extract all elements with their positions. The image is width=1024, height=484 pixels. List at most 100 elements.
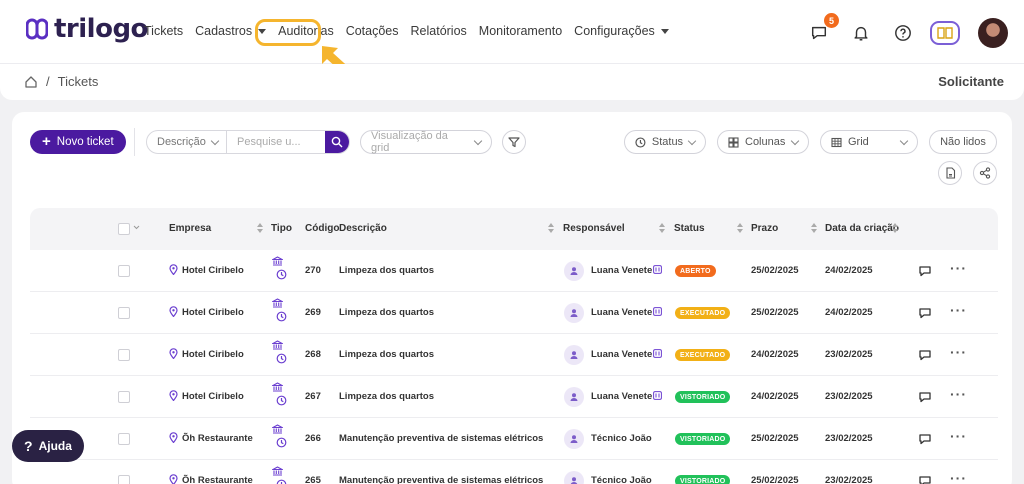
row-checkbox[interactable] xyxy=(118,475,130,484)
filter-button[interactable] xyxy=(502,130,526,154)
more-options-icon[interactable]: ··· xyxy=(950,386,967,402)
nav-cotacoes[interactable]: Cotações xyxy=(346,24,399,38)
row-checkbox[interactable] xyxy=(118,265,130,277)
location-pin-icon xyxy=(169,390,178,404)
sort-icon[interactable] xyxy=(892,222,898,234)
sort-icon[interactable] xyxy=(737,222,743,234)
table-row[interactable]: Hotel Ciribelo 270 Limpeza dos quartos Luan… xyxy=(30,250,998,292)
comments-icon[interactable] xyxy=(918,348,932,365)
building-icon xyxy=(270,424,285,437)
search-placeholder: Pesquise u... xyxy=(237,136,301,148)
table-row[interactable]: Hotel Ciribelo 268 Limpeza dos quartos Luan… xyxy=(30,334,998,376)
grid-select[interactable]: Grid xyxy=(820,130,918,154)
chevron-down-icon xyxy=(473,136,483,145)
status-badge: VISTORIADO xyxy=(675,475,731,484)
grid-view-select[interactable]: Visualização da grid xyxy=(360,130,492,154)
sort-icon[interactable] xyxy=(659,222,665,234)
table-row[interactable]: Hotel Ciribelo 269 Limpeza dos quartos Luan… xyxy=(30,292,998,334)
chevron-down-icon xyxy=(210,136,220,145)
nav-relatorios[interactable]: Relatórios xyxy=(411,24,467,38)
new-ticket-button[interactable]: + Novo ticket xyxy=(30,130,126,154)
unread-filter[interactable]: Não lidos xyxy=(929,130,997,154)
comments-icon[interactable] xyxy=(918,264,932,281)
more-options-icon[interactable]: ··· xyxy=(950,302,967,318)
table-row[interactable]: Õh Restaurante 266 Manutenção preventiva d… xyxy=(30,418,998,460)
cell-prazo: 24/02/2025 xyxy=(751,391,799,402)
new-ticket-label: Novo ticket xyxy=(56,136,114,148)
more-options-icon[interactable]: ··· xyxy=(950,344,967,360)
row-checkbox[interactable] xyxy=(118,391,130,403)
search-button[interactable] xyxy=(325,131,349,153)
help-button[interactable] xyxy=(890,20,916,46)
status-badge: EXECUTADO xyxy=(675,307,731,319)
row-checkbox[interactable] xyxy=(118,433,130,445)
row-checkbox[interactable] xyxy=(118,307,130,319)
grid-select-label: Grid xyxy=(848,136,869,148)
header-empresa[interactable]: Empresa xyxy=(169,223,211,234)
header-responsavel[interactable]: Responsável xyxy=(563,223,625,234)
header-prazo[interactable]: Prazo xyxy=(751,223,778,234)
header-status[interactable]: Status xyxy=(674,223,705,234)
nav-configuracoes[interactable]: Configurações xyxy=(574,24,669,38)
user-icon xyxy=(564,429,584,449)
cell-codigo: 270 xyxy=(305,265,321,276)
columns-filter[interactable]: Colunas xyxy=(717,130,809,154)
logo[interactable]: trilogo xyxy=(26,16,148,42)
comments-icon[interactable] xyxy=(918,474,932,484)
manual-button[interactable] xyxy=(930,21,960,45)
search-field-select[interactable]: Descrição xyxy=(147,131,227,153)
divider xyxy=(134,128,135,156)
cell-codigo: 267 xyxy=(305,391,321,402)
select-all-checkbox[interactable] xyxy=(118,223,130,235)
status-filter[interactable]: Status xyxy=(624,130,706,154)
cell-codigo: 269 xyxy=(305,307,321,318)
header-tipo[interactable]: Tipo xyxy=(271,223,292,234)
building-icon xyxy=(270,340,285,353)
header-data-criacao[interactable]: Data da criação xyxy=(825,223,899,234)
more-options-icon[interactable]: ··· xyxy=(950,470,967,484)
header-descricao[interactable]: Descrição xyxy=(339,223,387,234)
chevron-down-icon xyxy=(790,136,800,145)
comments-icon[interactable] xyxy=(918,390,932,407)
trilogo-logo-icon xyxy=(26,18,48,40)
chevron-down-icon[interactable] xyxy=(133,225,140,230)
cell-data-criacao: 24/02/2025 xyxy=(825,307,873,318)
building-icon xyxy=(270,382,285,395)
clock-icon xyxy=(276,353,287,367)
more-options-icon[interactable]: ··· xyxy=(950,260,967,276)
sort-icon[interactable] xyxy=(548,222,554,234)
table-row[interactable]: Hotel Ciribelo 267 Limpeza dos quartos Luan… xyxy=(30,376,998,418)
notifications-button[interactable] xyxy=(848,20,874,46)
breadcrumb-current: Tickets xyxy=(57,74,99,89)
chevron-down-icon xyxy=(899,136,909,145)
clock-icon xyxy=(276,269,287,283)
filter-icon xyxy=(508,137,520,148)
nav-monitoramento[interactable]: Monitoramento xyxy=(479,24,562,38)
chevron-down-icon xyxy=(687,136,697,145)
cell-codigo: 268 xyxy=(305,349,321,360)
share-button[interactable] xyxy=(973,161,997,185)
row-checkbox[interactable] xyxy=(118,349,130,361)
user-avatar[interactable] xyxy=(978,18,1008,48)
pdf-icon xyxy=(945,167,955,179)
clock-icon xyxy=(276,395,287,409)
share-icon xyxy=(979,167,991,179)
location-pin-icon xyxy=(169,306,178,320)
nav-label: Relatórios xyxy=(410,24,467,38)
nav-label: Configurações xyxy=(574,24,655,38)
export-pdf-button[interactable] xyxy=(938,161,962,185)
sort-icon[interactable] xyxy=(257,222,263,234)
grid-view-placeholder: Visualização da grid xyxy=(371,130,448,154)
search-input[interactable]: Pesquise u... xyxy=(227,131,325,153)
nav-tickets[interactable]: Tickets xyxy=(144,24,183,38)
home-icon[interactable] xyxy=(24,75,38,89)
more-options-icon[interactable]: ··· xyxy=(950,428,967,444)
comments-icon[interactable] xyxy=(918,432,932,449)
chat-button[interactable]: 5 xyxy=(806,13,839,46)
main-nav: Tickets Cadastros Auditorias Cotações Re… xyxy=(144,24,681,38)
table-row[interactable]: Õh Restaurante 265 Manutenção preventiva d… xyxy=(30,460,998,484)
header-codigo[interactable]: Código xyxy=(305,223,339,234)
help-button-floating[interactable]: ? Ajuda xyxy=(12,430,84,462)
comments-icon[interactable] xyxy=(918,306,932,323)
sort-icon[interactable] xyxy=(811,222,817,234)
